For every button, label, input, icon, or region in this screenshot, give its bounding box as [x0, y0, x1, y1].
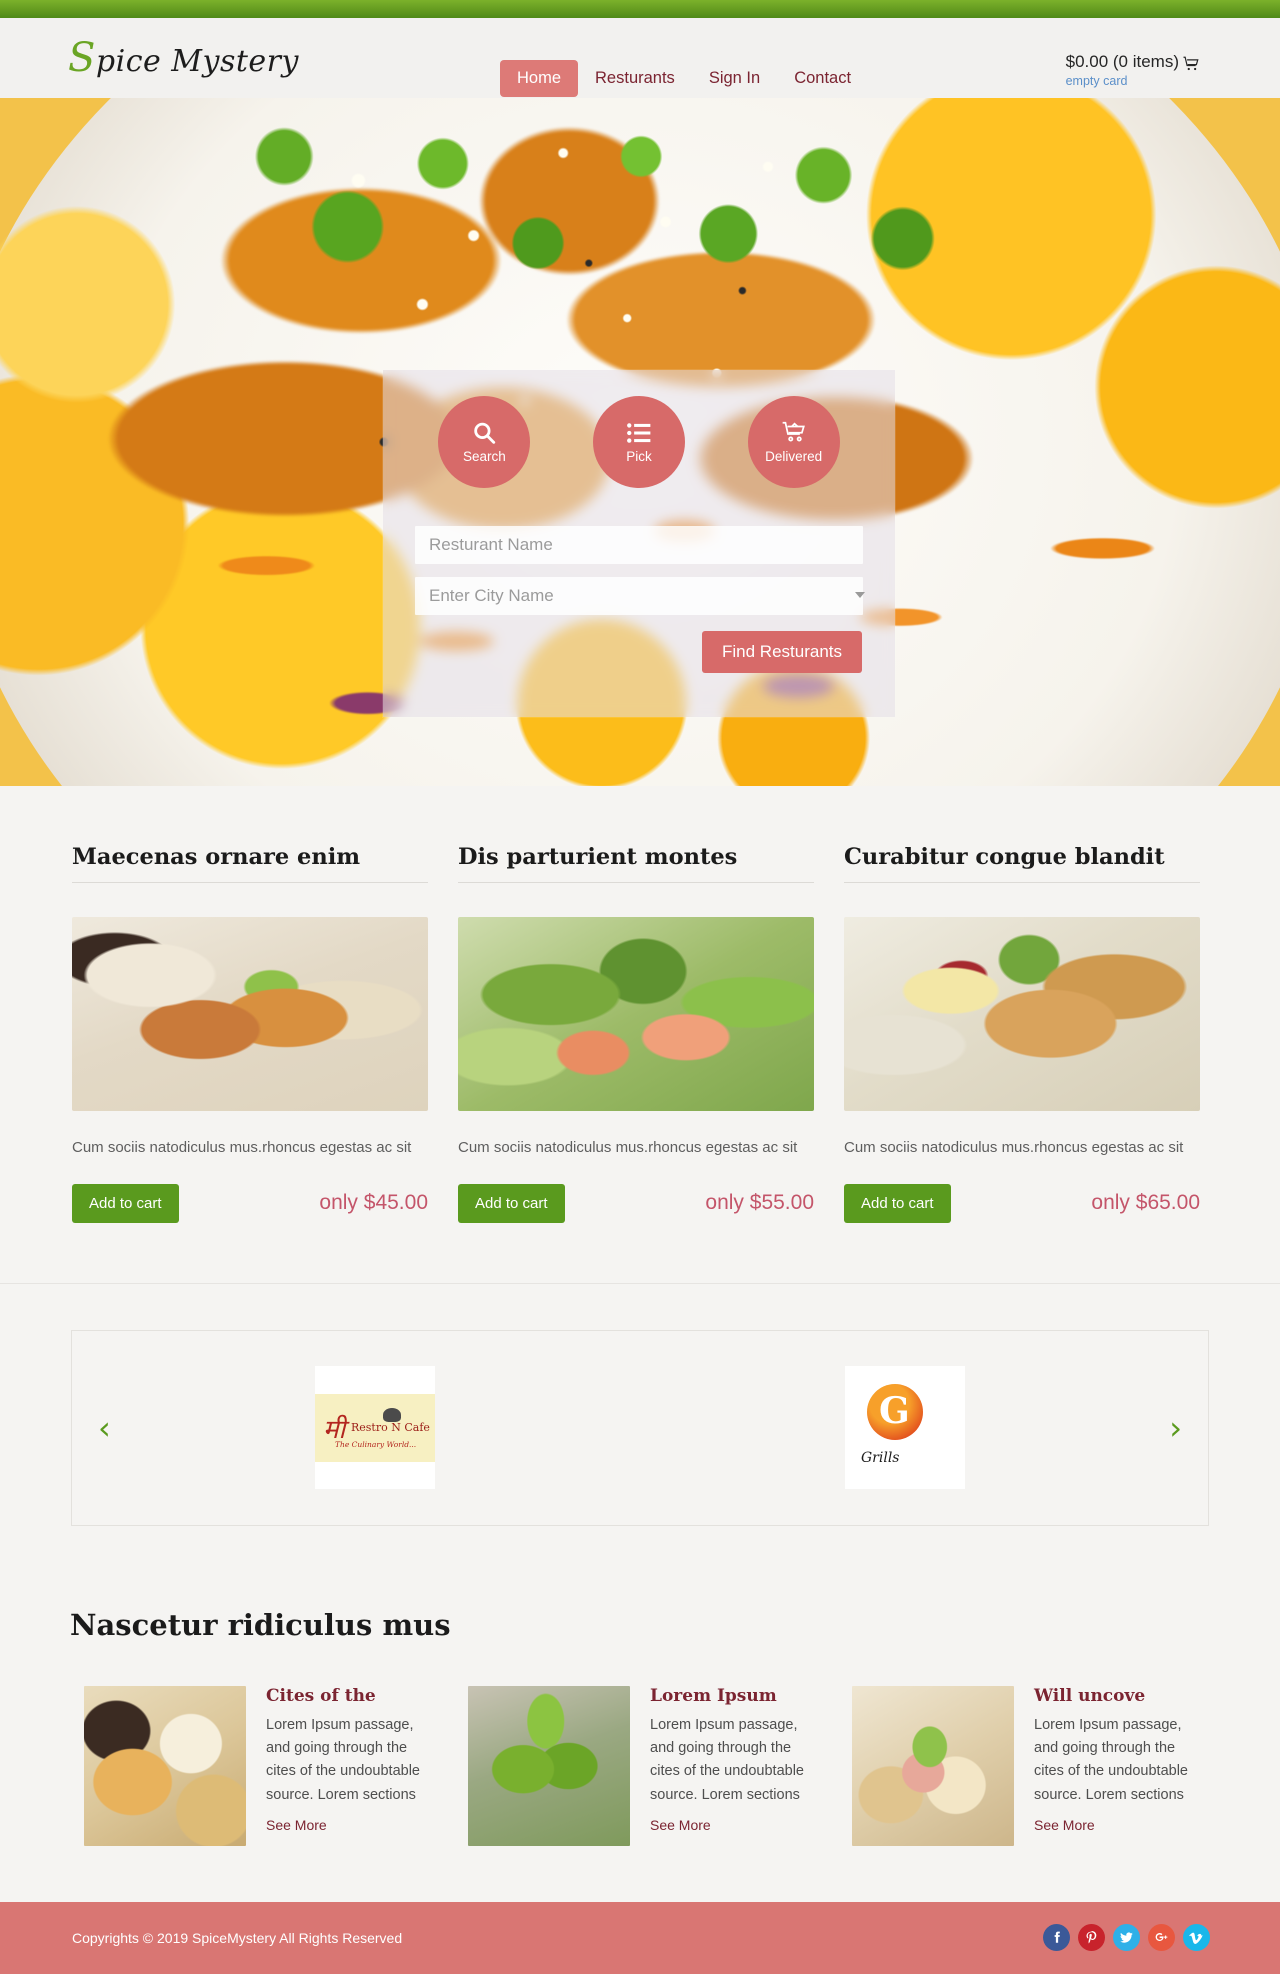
news-thumbnail [468, 1685, 630, 1846]
product-description: Cum sociis natodiculus mus.rhoncus egest… [72, 1139, 412, 1156]
product-price: only $45.00 [319, 1191, 428, 1214]
see-more-link[interactable]: See More [650, 1817, 711, 1833]
site-header: Spice Mystery Home Resturants Sign In Co… [0, 18, 1280, 98]
logo-brand: Restro N Cafe [351, 1420, 430, 1434]
city-field-wrap [383, 577, 895, 615]
action-search-label: Search [462, 449, 506, 464]
carousel-item[interactable]: मी Restro N Cafe The Culinary World... [315, 1366, 435, 1489]
news-section-title: Nascetur ridiculus mus [70, 1607, 451, 1642]
vimeo-icon[interactable] [1183, 1924, 1210, 1951]
news-text: Lorem Ipsum passage, and going through t… [266, 1716, 420, 1803]
pinterest-icon[interactable] [1078, 1924, 1105, 1951]
product-card: Dis parturient montes Cum sociis natodic… [458, 844, 814, 1223]
news-text: Lorem Ipsum passage, and going through t… [650, 1716, 804, 1803]
news-body: Cites of the Lorem Ipsum passage, and go… [266, 1686, 432, 1846]
copyright-text: Copyrights © 2019 SpiceMystery All Right… [72, 1929, 403, 1946]
partners-carousel-section: ‹ मी Restro N Cafe The Culinary World...… [0, 1283, 1280, 1566]
product-grid: Maecenas ornare enim Cum sociis natodicu… [72, 844, 1208, 1223]
logo-initial: S [68, 35, 96, 81]
product-image [72, 917, 428, 1111]
city-name-select[interactable] [415, 577, 863, 615]
facebook-icon[interactable] [1043, 1924, 1070, 1951]
news-section: Nascetur ridiculus mus Cites of the Lore… [0, 1565, 1280, 1902]
restro-n-cafe-logo: मी Restro N Cafe The Culinary World... [315, 1393, 435, 1462]
search-icon [471, 420, 497, 446]
social-links [1043, 1924, 1210, 1951]
top-accent-bar [0, 0, 1280, 18]
nav-item-resturants[interactable]: Resturants [578, 60, 692, 97]
cart-total-line: $0.00 (0 items) [1066, 52, 1200, 72]
carousel-item[interactable]: G Grills [845, 1366, 965, 1489]
news-body: Lorem Ipsum Lorem Ipsum passage, and goi… [650, 1686, 816, 1846]
twitter-icon[interactable] [1113, 1924, 1140, 1951]
add-to-cart-button[interactable]: Add to cart [72, 1183, 179, 1223]
add-to-cart-button[interactable]: Add to cart [844, 1183, 951, 1223]
product-title: Dis parturient montes [458, 844, 814, 883]
empty-card-link[interactable]: empty card [1066, 74, 1200, 88]
see-more-link[interactable]: See More [1034, 1817, 1095, 1833]
action-delivered[interactable]: Delivered [747, 396, 840, 488]
product-footer: Add to cart only $45.00 [72, 1183, 428, 1223]
add-to-cart-button[interactable]: Add to cart [458, 1183, 565, 1223]
main-navigation: Home Resturants Sign In Contact [500, 60, 868, 97]
product-price: only $65.00 [1091, 1191, 1200, 1214]
shopping-cart-icon [1182, 55, 1200, 73]
news-heading: Will uncove [1034, 1685, 1146, 1706]
product-footer: Add to cart only $65.00 [844, 1183, 1200, 1223]
news-thumbnail [84, 1685, 246, 1846]
featured-products-section: Maecenas ornare enim Cum sociis natodicu… [0, 786, 1280, 1284]
site-footer: Copyrights © 2019 SpiceMystery All Right… [0, 1901, 1280, 1974]
logo-letter: G [879, 1390, 910, 1432]
hero-search-widget: Search Pick Delivered Resturant Name Ent… [383, 370, 895, 717]
product-image [844, 917, 1200, 1111]
action-pick-label: Pick [626, 449, 652, 464]
nav-item-contact[interactable]: Contact [777, 60, 868, 97]
see-more-link[interactable]: See More [266, 1817, 327, 1833]
nav-item-sign-in[interactable]: Sign In [692, 60, 777, 97]
product-title: Maecenas ornare enim [72, 844, 428, 883]
logo-tagline: The Culinary World... [335, 1439, 417, 1449]
carousel-track: मी Restro N Cafe The Culinary World... G… [72, 1366, 1208, 1489]
googleplus-icon[interactable] [1148, 1924, 1175, 1951]
action-search[interactable]: Search [438, 396, 531, 488]
site-logo[interactable]: Spice Mystery [68, 38, 299, 79]
product-card: Maecenas ornare enim Cum sociis natodicu… [72, 844, 428, 1223]
find-restaurants-button[interactable]: Find Resturants [702, 631, 862, 673]
product-card: Curabitur congue blandit Cum sociis nato… [844, 844, 1200, 1223]
cart-summary[interactable]: $0.00 (0 items) empty card [1066, 52, 1200, 88]
cart-total-text: $0.00 (0 items) [1065, 52, 1179, 71]
product-image [458, 917, 814, 1111]
partners-carousel: ‹ मी Restro N Cafe The Culinary World...… [71, 1329, 1209, 1526]
restaurant-field-wrap [383, 526, 895, 564]
news-grid: Cites of the Lorem Ipsum passage, and go… [84, 1685, 1280, 1846]
product-title: Curabitur congue blandit [844, 844, 1200, 883]
news-thumbnail [852, 1685, 1014, 1846]
news-text: Lorem Ipsum passage, and going through t… [1034, 1716, 1188, 1803]
logo-wordmark: Grills [861, 1450, 900, 1466]
news-item: Lorem Ipsum Lorem Ipsum passage, and goi… [468, 1685, 816, 1846]
carousel-next-arrow[interactable]: › [1151, 1409, 1200, 1447]
logo-text: pice Mystery [95, 44, 299, 79]
grills-logo: G Grills [845, 1366, 965, 1489]
news-heading: Lorem Ipsum [650, 1685, 777, 1706]
news-heading: Cites of the [266, 1685, 376, 1706]
product-price: only $55.00 [705, 1191, 814, 1214]
action-delivered-label: Delivered [765, 449, 823, 464]
chevron-down-icon [855, 592, 865, 598]
cart-icon [781, 420, 807, 446]
carousel-prev-arrow[interactable]: ‹ [80, 1409, 129, 1447]
chef-hat-icon [383, 1407, 401, 1422]
action-pick[interactable]: Pick [592, 396, 685, 488]
news-body: Will uncove Lorem Ipsum passage, and goi… [1034, 1686, 1200, 1846]
product-description: Cum sociis natodiculus mus.rhoncus egest… [458, 1139, 798, 1156]
restaurant-name-input[interactable] [415, 526, 863, 564]
news-item: Will uncove Lorem Ipsum passage, and goi… [852, 1685, 1200, 1846]
news-item: Cites of the Lorem Ipsum passage, and go… [84, 1685, 432, 1846]
product-footer: Add to cart only $55.00 [458, 1183, 814, 1223]
nav-item-home[interactable]: Home [500, 60, 579, 97]
list-icon [626, 420, 652, 446]
widget-action-circles: Search Pick Delivered [383, 370, 895, 488]
product-description: Cum sociis natodiculus mus.rhoncus egest… [844, 1139, 1184, 1156]
hero-banner: Search Pick Delivered Resturant Name Ent… [0, 98, 1280, 786]
